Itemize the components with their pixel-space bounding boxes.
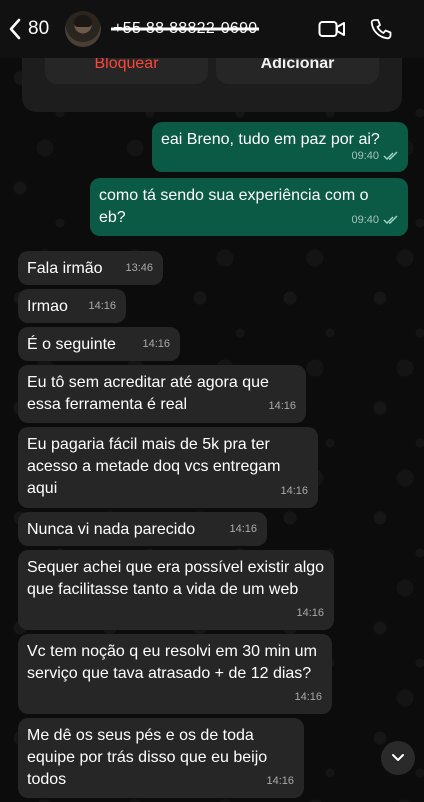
- message-bubble-outgoing[interactable]: como tá sendo sua experiência com o eb? …: [90, 178, 408, 236]
- message-time: 13:46: [125, 262, 153, 274]
- message-meta: 09:40: [351, 209, 399, 231]
- phone-icon[interactable]: [370, 18, 392, 40]
- message-text: Eu tô sem acreditar até agora que essa f…: [27, 374, 269, 413]
- message-time: 14:16: [280, 485, 308, 497]
- chevron-down-icon: [392, 754, 404, 761]
- message-time: 14:16: [266, 775, 294, 787]
- message-text: Eu pagaria fácil mais de 5k pra ter aces…: [27, 436, 281, 497]
- redaction-strike: [111, 27, 260, 31]
- message-time: 14:16: [88, 300, 116, 312]
- chevron-left-icon: [9, 18, 21, 40]
- message-bubble-incoming[interactable]: Nunca vi nada parecido 14:16: [18, 512, 267, 546]
- message-text: Me dê os seus pés e os de toda equipe po…: [27, 727, 268, 788]
- message-text: Nunca vi nada parecido: [27, 521, 196, 538]
- message-bubble-incoming[interactable]: Irmao 14:16: [18, 289, 126, 323]
- message-meta: 09:40: [351, 145, 399, 167]
- scroll-down-button[interactable]: [381, 741, 415, 775]
- chat-header: 80 +55 88 88822-0690: [0, 0, 424, 58]
- double-check-icon: [383, 151, 398, 160]
- message-text: Sequer achei que era possível existir al…: [27, 559, 325, 598]
- contact-name[interactable]: +55 88 88822-0690: [111, 20, 260, 38]
- message-bubble-incoming[interactable]: Eu tô sem acreditar até agora que essa f…: [18, 365, 306, 423]
- double-check-icon: [383, 215, 398, 224]
- message-bubble-outgoing[interactable]: eai Breno, tudo em paz por ai? 09:40: [152, 122, 408, 172]
- message-time: 14:16: [294, 691, 322, 703]
- message-bubble-incoming[interactable]: Eu pagaria fácil mais de 5k pra ter aces…: [18, 427, 318, 508]
- message-time: 14:16: [268, 400, 296, 412]
- message-bubble-incoming[interactable]: Me dê os seus pés e os de toda equipe po…: [18, 718, 304, 798]
- video-call-icon[interactable]: [318, 19, 346, 39]
- message-text: Vc tem noção q eu resolvi em 30 min um s…: [27, 643, 317, 682]
- message-time: 09:40: [351, 150, 379, 162]
- avatar[interactable]: [65, 11, 102, 47]
- message-bubble-incoming[interactable]: Fala irmão 13:46: [18, 251, 163, 285]
- message-bubble-incoming[interactable]: Sequer achei que era possível existir al…: [18, 550, 334, 630]
- message-time: 14:16: [296, 607, 324, 619]
- unread-count: 80: [28, 18, 50, 39]
- message-time: 14:16: [142, 338, 170, 350]
- back-button[interactable]: 80: [8, 18, 49, 40]
- message-bubble-incoming[interactable]: Vc tem noção q eu resolvi em 30 min um s…: [18, 634, 332, 714]
- message-bubble-incoming[interactable]: É o seguinte 14:16: [18, 327, 180, 361]
- message-time: 14:16: [229, 523, 257, 535]
- message-time: 09:40: [351, 214, 379, 226]
